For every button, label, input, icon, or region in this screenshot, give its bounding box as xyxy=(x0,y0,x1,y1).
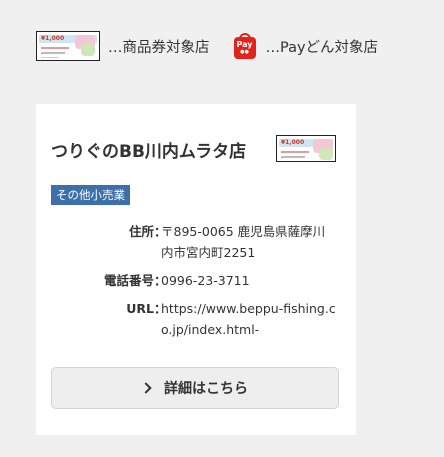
legend-voucher-label: …商品券対象店 xyxy=(108,39,210,56)
phone-row: 電話番号 ： 0996-23-3711 xyxy=(51,270,341,291)
detail-button-label: 詳細はこちら xyxy=(164,381,248,397)
legend: ¥1,000 …商品券対象店 Pay ●● …Payどん対象店 xyxy=(36,31,378,61)
detail-button[interactable]: 詳細はこちら xyxy=(51,367,339,409)
chevron-right-icon xyxy=(140,382,152,394)
voucher-icon: ¥1,000 xyxy=(276,135,336,162)
shop-name: つりぐのBB川内ムラタ店 xyxy=(51,142,247,162)
url-link[interactable]: https://www.beppu-fishing.co.jp/index.ht… xyxy=(161,298,336,340)
legend-paydon: Pay ●● …Payどん対象店 xyxy=(232,33,379,59)
category-badge: その他小売業 xyxy=(51,185,130,205)
address-row: 住所 ： 〒895-0065 鹿児島県薩摩川内市宮内町2251 xyxy=(51,221,341,263)
address-label: 住所 xyxy=(128,224,154,239)
legend-paydon-label: …Payどん対象店 xyxy=(265,39,379,56)
phone-value: 0996-23-3711 xyxy=(161,273,250,288)
shop-info: 住所 ： 〒895-0065 鹿児島県薩摩川内市宮内町2251 電話番号 ： 0… xyxy=(51,221,341,347)
paydon-icon: Pay ●● xyxy=(232,33,258,59)
shop-card: つりぐのBB川内ムラタ店 ¥1,000 その他小売業 住所 ： 〒895-006… xyxy=(36,104,356,435)
url-label: URL xyxy=(126,301,154,316)
phone-label: 電話番号 xyxy=(103,273,154,288)
address-value: 〒895-0065 鹿児島県薩摩川内市宮内町2251 xyxy=(161,224,326,260)
voucher-icon: ¥1,000 xyxy=(36,31,100,61)
url-row: URL ： https://www.beppu-fishing.co.jp/in… xyxy=(51,298,341,340)
legend-voucher: ¥1,000 …商品券対象店 xyxy=(36,31,210,61)
